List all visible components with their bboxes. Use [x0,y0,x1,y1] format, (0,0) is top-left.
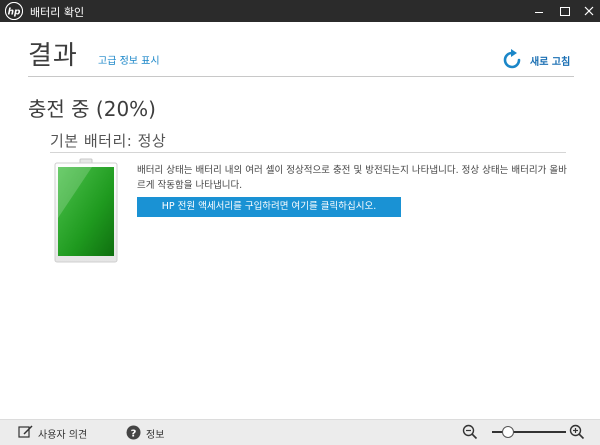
refresh-label: 새로 고침 [530,57,571,68]
battery-description: 배터리 상태는 배터리 내의 여러 셀이 정상적으로 충전 및 방전되는지 나타… [137,165,567,191]
zoom-in-icon [569,424,585,440]
help-icon: ? [126,425,141,440]
feedback-label: 사용자 의견 [38,430,88,441]
maximize-button[interactable] [553,0,575,22]
buy-accessories-button[interactable]: HP 전원 액세서리를 구입하려면 여기를 클릭하십시오. [137,197,401,217]
page-title: 결과 [28,41,78,71]
svg-text:?: ? [131,429,137,440]
primary-battery-status: 기본 배터리: 정상 [50,132,167,150]
battery-icon [54,158,118,264]
advanced-info-link[interactable]: 고급 정보 표시 [98,52,160,67]
feedback-icon [18,425,33,438]
info-label: 정보 [146,430,165,441]
window-title: 배터리 확인 [30,6,85,19]
zoom-in-button[interactable] [569,424,585,444]
charge-status: 충전 중 (20%) [28,97,156,121]
zoom-out-icon [462,424,478,440]
close-icon [584,6,594,16]
title-bar: hp 배터리 확인 [0,0,600,22]
header-divider [28,76,574,77]
hp-logo-text: hp [8,8,21,18]
zoom-out-button[interactable] [462,424,478,444]
hp-logo-icon: hp [5,2,23,20]
minimize-button[interactable] [528,0,550,22]
refresh-icon [503,49,521,69]
section-divider [50,152,566,153]
close-button[interactable] [578,0,600,22]
